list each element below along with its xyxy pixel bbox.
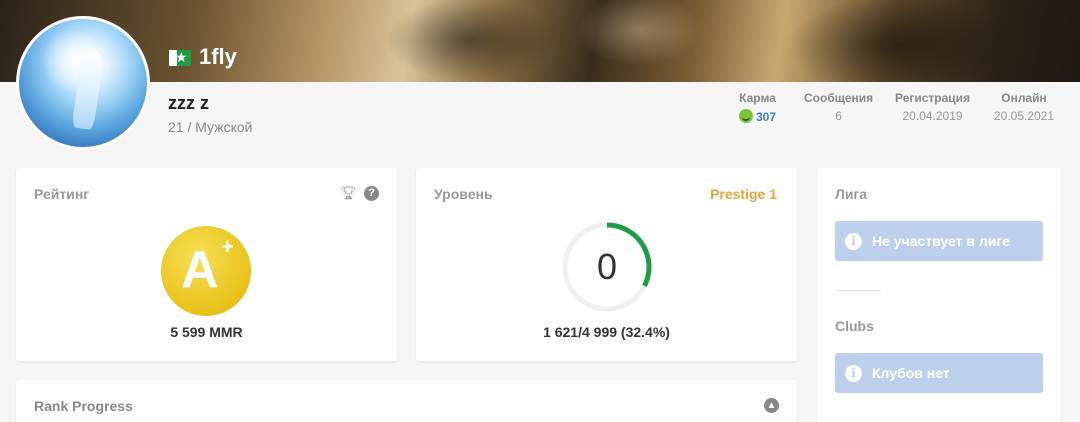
rank-letter: A — [181, 241, 219, 299]
stat-online: Онлайн 20.05.2021 — [994, 91, 1054, 123]
avatar[interactable] — [16, 16, 150, 150]
stat-value: 20.05.2021 — [994, 109, 1055, 123]
league-notice: i Не участвует в лиге — [835, 221, 1043, 261]
rating-card: Рейтинг 🏆︎ ? A + 5 599 MMR — [16, 168, 397, 361]
info-icon: i — [845, 232, 862, 250]
clubs-title: Clubs — [835, 318, 874, 334]
notice-text: Клубов нет — [872, 365, 950, 381]
notice-text: Не участвует в лиге — [872, 233, 1010, 249]
nickname: 1fly — [199, 44, 237, 69]
stat-value: 6 — [835, 109, 842, 123]
real-name: zzz z — [168, 93, 210, 113]
help-icon[interactable]: ? — [364, 186, 379, 201]
mmr-value: 5 599 MMR — [170, 324, 243, 340]
stat-value[interactable]: 307 — [756, 110, 776, 124]
profile-banner — [0, 0, 1080, 82]
smile-icon — [739, 109, 753, 123]
xp-progress: 1 621/4 999 (32.4%) — [543, 324, 670, 340]
stat-label: Сообщения — [804, 91, 874, 105]
card-title: Уровень — [434, 186, 493, 202]
stat-messages: Сообщения 6 — [804, 91, 873, 123]
stat-label: Карма — [739, 91, 776, 105]
rank-progress-card: Rank Progress ▲ — [16, 380, 797, 422]
stat-label: Онлайн — [1001, 91, 1047, 105]
rank-modifier: + — [221, 234, 234, 259]
stat-registration: Регистрация 20.04.2019 — [895, 91, 970, 123]
card-title: Рейтинг — [34, 186, 90, 202]
collapse-icon[interactable]: ▲ — [764, 398, 779, 413]
level-card: Уровень Prestige 1 0 1 621/4 999 (32.4%) — [416, 168, 797, 361]
age-sex: 21 / Мужской — [168, 119, 253, 135]
trophy-icon[interactable]: 🏆︎ — [340, 186, 357, 200]
info-icon: i — [845, 364, 862, 382]
stat-karma: Карма 307 — [739, 91, 776, 124]
clubs-notice: i Клубов нет — [835, 353, 1043, 393]
divider — [835, 290, 881, 291]
level-value: 0 — [596, 246, 618, 287]
league-card: Лига i Не участвует в лиге Clubs i Клубо… — [817, 168, 1061, 422]
rank-badge: A + — [161, 226, 251, 316]
card-title: Лига — [835, 186, 868, 202]
card-title: Rank Progress — [34, 398, 133, 414]
stat-value: 20.04.2019 — [902, 109, 963, 123]
stat-label: Регистрация — [895, 91, 971, 105]
prestige-label: Prestige 1 — [710, 186, 777, 202]
country-flag-icon: ★ — [169, 49, 191, 66]
